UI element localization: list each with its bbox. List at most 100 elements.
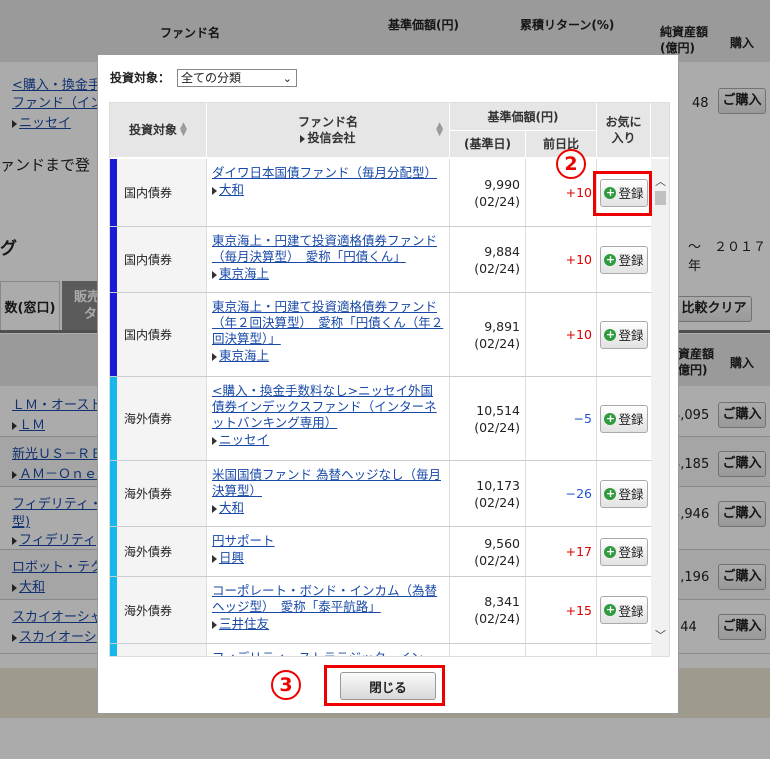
fund-table: 投資対象 ▲ ▼ ファンド名 投信会社 ▲ ▼ 基準価額(円) (基準日) 前日比 お… — [109, 102, 670, 657]
category-select[interactable]: 全ての分類 ⌄ — [177, 69, 297, 87]
prev-day-change: −5 — [573, 411, 592, 426]
register-button[interactable]: + 登録 — [600, 245, 648, 274]
row-category-label: 海外債券 — [124, 545, 173, 559]
prev-day-change: +10 — [565, 252, 592, 267]
scrollbar[interactable]: ︿ ﹀ — [651, 159, 669, 656]
prev-day-change: +10 — [565, 327, 592, 342]
fund-name-link[interactable]: 東京海上・円建て投資適格債券ファンド（毎月決算型） 愛称「円債くん」 — [212, 233, 445, 265]
fund-name-link[interactable]: <購入・換金手数料なし>ニッセイ外国債券インデックスファンド（インターネットバン… — [212, 383, 445, 431]
header-favorite: お気に 入り — [597, 103, 651, 158]
row-change: +10 — [526, 227, 597, 292]
fund-company-link[interactable]: 日興 — [219, 550, 244, 565]
fund-row: 海外債券 コーポレート・ボンド・インカム（為替ヘッジ型） 愛称「泰平航路」 三井住友… — [110, 577, 651, 644]
fund-company[interactable]: 大和 — [212, 500, 445, 516]
row-change: −26 — [526, 461, 597, 526]
register-label: 登録 — [618, 545, 644, 560]
base-date: (02/24) — [474, 552, 520, 568]
register-button[interactable]: + 登録 — [600, 537, 648, 566]
fund-name-link[interactable]: 円サポート — [212, 533, 445, 549]
plus-circle-icon: + — [604, 603, 617, 616]
fund-company-link[interactable]: ニッセイ — [219, 432, 269, 447]
triangle-icon — [212, 186, 217, 195]
triangle-icon — [212, 436, 217, 445]
sort-icon: ▲ ▼ — [180, 121, 187, 138]
base-date: (02/24) — [474, 419, 520, 435]
header-category[interactable]: 投資対象 ▲ ▼ — [110, 103, 207, 158]
fund-company[interactable]: 三井住友 — [212, 616, 445, 632]
base-date: (02/24) — [474, 260, 520, 276]
base-date: (02/24) — [474, 335, 520, 351]
fund-company[interactable]: ニッセイ — [212, 432, 445, 448]
row-price: 9,891 (02/24) — [450, 293, 526, 376]
scroll-up-icon[interactable]: ︿ — [651, 173, 669, 189]
row-category: 海外債券 — [117, 577, 207, 643]
sort-icon: ▲ ▼ — [436, 121, 443, 138]
fund-name-link[interactable]: フィデリティ・ストラテジック・イン — [212, 650, 445, 656]
annotation-box-register — [593, 171, 652, 216]
row-price: 9,560 (02/24) — [450, 527, 526, 576]
base-price: 9,884 — [484, 243, 520, 259]
row-fund: 円サポート 日興 — [207, 527, 450, 576]
fund-name-link[interactable]: 東京海上・円建て投資適格債券ファンド（年２回決算型） 愛称「円債くん（年２回決算… — [212, 299, 445, 347]
register-button[interactable]: + 登録 — [600, 596, 648, 624]
prev-day-change: −26 — [565, 486, 592, 501]
row-price: 9,884 (02/24) — [450, 227, 526, 292]
row-category-label: 海外債券 — [124, 412, 173, 426]
fund-select-modal: 投資対象： 全ての分類 ⌄ 投資対象 ▲ ▼ ファンド名 投信会社 ▲ ▼ 基準価額(… — [97, 54, 679, 714]
fund-name-link[interactable]: ダイワ日本国債ファンド（毎月分配型） — [212, 165, 445, 181]
prev-day-change: +15 — [565, 602, 592, 618]
triangle-icon — [212, 352, 217, 361]
triangle-icon — [212, 270, 217, 279]
chevron-down-icon: ⌄ — [282, 72, 292, 85]
header-base-price: 基準価額(円) — [450, 103, 597, 131]
fund-name-link[interactable]: コーポレート・ボンド・インカム（為替ヘッジ型） 愛称「泰平航路」 — [212, 583, 445, 615]
row-price: 10,173 (02/24) — [450, 461, 526, 526]
fund-row: 海外債券 円サポート 日興 9,560 (02/24) +17 + 登録 — [110, 527, 651, 577]
filter-label: 投資対象： — [110, 71, 171, 85]
row-favorite: + 登録 — [597, 527, 651, 576]
plus-circle-icon: + — [604, 486, 617, 500]
fund-row: 海外債券 <購入・換金手数料なし>ニッセイ外国債券インデックスファンド（インターネ… — [110, 377, 651, 461]
row-category: 国内債券 — [117, 227, 207, 292]
plus-circle-icon: + — [604, 411, 617, 425]
row-favorite: + 登録 — [597, 377, 651, 460]
scroll-thumb[interactable] — [655, 191, 666, 205]
row-fund: フィデリティ・ストラテジック・イン — [207, 644, 450, 656]
header-fund[interactable]: ファンド名 投信会社 ▲ ▼ — [207, 103, 450, 158]
base-price: 10,514 — [476, 402, 520, 418]
fund-company[interactable]: 東京海上 — [212, 266, 445, 282]
header-company-label: 投信会社 — [307, 131, 356, 145]
fund-company[interactable]: 大和 — [212, 182, 445, 198]
fund-company-link[interactable]: 大和 — [219, 500, 244, 515]
row-category: 国内債券 — [117, 159, 207, 226]
row-category-label: 海外債券 — [124, 487, 173, 501]
header-company: 投信会社 — [300, 130, 356, 146]
header-fund-name-label: ファンド名 — [297, 115, 358, 129]
annotation-number-3: 3 — [271, 670, 301, 700]
category-color-bar — [110, 527, 117, 576]
row-favorite: + 登録 — [597, 577, 651, 643]
row-category-label: 海外債券 — [124, 603, 173, 618]
register-button[interactable]: + 登録 — [600, 320, 648, 349]
fund-company-link[interactable]: 東京海上 — [219, 348, 269, 363]
fund-company-link[interactable]: 大和 — [219, 182, 244, 197]
fund-company[interactable]: 東京海上 — [212, 348, 445, 364]
fund-name-link[interactable]: 米国国債ファンド 為替ヘッジなし（毎月決算型） — [212, 467, 445, 499]
fund-company-link[interactable]: 三井住友 — [219, 616, 269, 631]
row-favorite: + 登録 — [597, 461, 651, 526]
annotation-number-2: 2 — [556, 149, 586, 179]
row-fund: 米国国債ファンド 為替ヘッジなし（毎月決算型） 大和 — [207, 461, 450, 526]
register-button[interactable]: + 登録 — [600, 479, 648, 508]
fund-row: 国内債券 東京海上・円建て投資適格債券ファンド（年２回決算型） 愛称「円債くん（年… — [110, 293, 651, 377]
base-price: 9,560 — [484, 535, 520, 551]
row-favorite: + 登録 — [597, 293, 651, 376]
row-fund: ダイワ日本国債ファンド（毎月分配型） 大和 — [207, 159, 450, 226]
scroll-down-icon[interactable]: ﹀ — [651, 627, 669, 643]
register-button[interactable]: + 登録 — [600, 404, 648, 433]
fund-company[interactable]: 日興 — [212, 550, 445, 566]
category-color-bar — [110, 293, 117, 376]
register-label: 登録 — [618, 412, 644, 427]
fund-company-link[interactable]: 東京海上 — [219, 266, 269, 281]
row-change: +17 — [526, 527, 597, 576]
row-category-label: 国内債券 — [124, 253, 173, 267]
